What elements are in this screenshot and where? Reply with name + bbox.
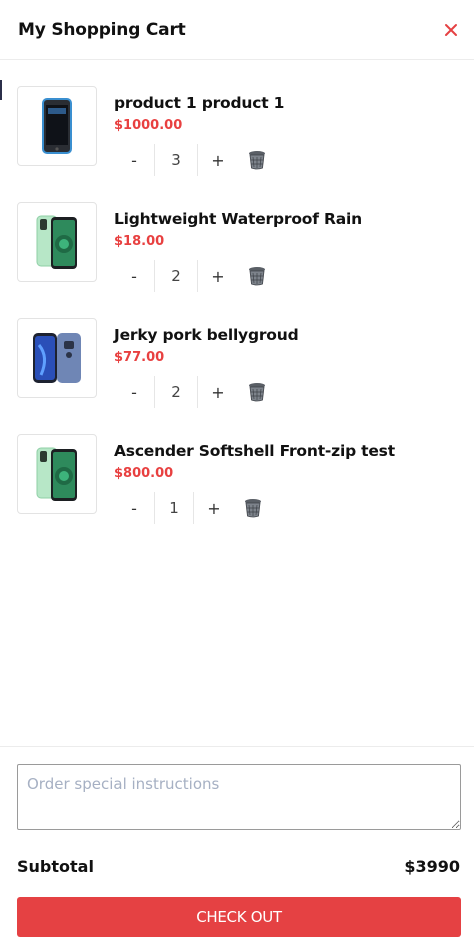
cart-item: product 1 product 1 $1000.00 - 3 +	[0, 86, 474, 202]
increase-button[interactable]: +	[194, 492, 234, 524]
increase-button[interactable]: +	[198, 144, 238, 176]
cart-item: Jerky pork bellygroud $77.00 - 2 +	[0, 318, 474, 434]
product-image[interactable]	[17, 434, 97, 514]
item-price: $18.00	[114, 234, 165, 249]
cart-header: My Shopping Cart	[0, 0, 474, 60]
decrease-button[interactable]: -	[114, 376, 154, 408]
quantity-stepper: - 1 +	[114, 492, 264, 524]
decrease-button[interactable]: -	[114, 492, 154, 524]
item-price: $1000.00	[114, 118, 183, 133]
item-price: $77.00	[114, 350, 165, 365]
quantity-value[interactable]: 2	[154, 260, 198, 292]
product-image[interactable]	[17, 86, 97, 166]
quantity-value[interactable]: 3	[154, 144, 198, 176]
quantity-stepper: - 2 +	[114, 376, 268, 408]
increase-button[interactable]: +	[198, 376, 238, 408]
cart-items-list: product 1 product 1 $1000.00 - 3 + Light…	[0, 86, 474, 550]
cart-item: Ascender Softshell Front-zip test $800.0…	[0, 434, 474, 550]
trash-icon[interactable]	[246, 264, 268, 288]
subtotal-label: Subtotal	[17, 857, 94, 876]
subtotal-value: $3990	[404, 857, 460, 876]
product-image[interactable]	[17, 318, 97, 398]
cart-footer: Subtotal $3990 CHECK OUT	[0, 746, 474, 950]
cart-title: My Shopping Cart	[18, 19, 186, 40]
item-title[interactable]: product 1 product 1	[114, 94, 284, 112]
checkout-button[interactable]: CHECK OUT	[17, 897, 461, 937]
item-price: $800.00	[114, 466, 174, 481]
special-instructions-input[interactable]	[17, 764, 461, 830]
item-title[interactable]: Jerky pork bellygroud	[114, 326, 299, 344]
close-icon[interactable]	[442, 21, 460, 39]
quantity-stepper: - 3 +	[114, 144, 268, 176]
item-title[interactable]: Lightweight Waterproof Rain	[114, 210, 362, 228]
increase-button[interactable]: +	[198, 260, 238, 292]
cart-item: Lightweight Waterproof Rain $18.00 - 2 +	[0, 202, 474, 318]
decrease-button[interactable]: -	[114, 144, 154, 176]
trash-icon[interactable]	[246, 148, 268, 172]
decrease-button[interactable]: -	[114, 260, 154, 292]
quantity-value[interactable]: 1	[154, 492, 194, 524]
quantity-value[interactable]: 2	[154, 376, 198, 408]
trash-icon[interactable]	[242, 496, 264, 520]
trash-icon[interactable]	[246, 380, 268, 404]
product-image[interactable]	[17, 202, 97, 282]
item-title[interactable]: Ascender Softshell Front-zip test	[114, 442, 395, 460]
quantity-stepper: - 2 +	[114, 260, 268, 292]
